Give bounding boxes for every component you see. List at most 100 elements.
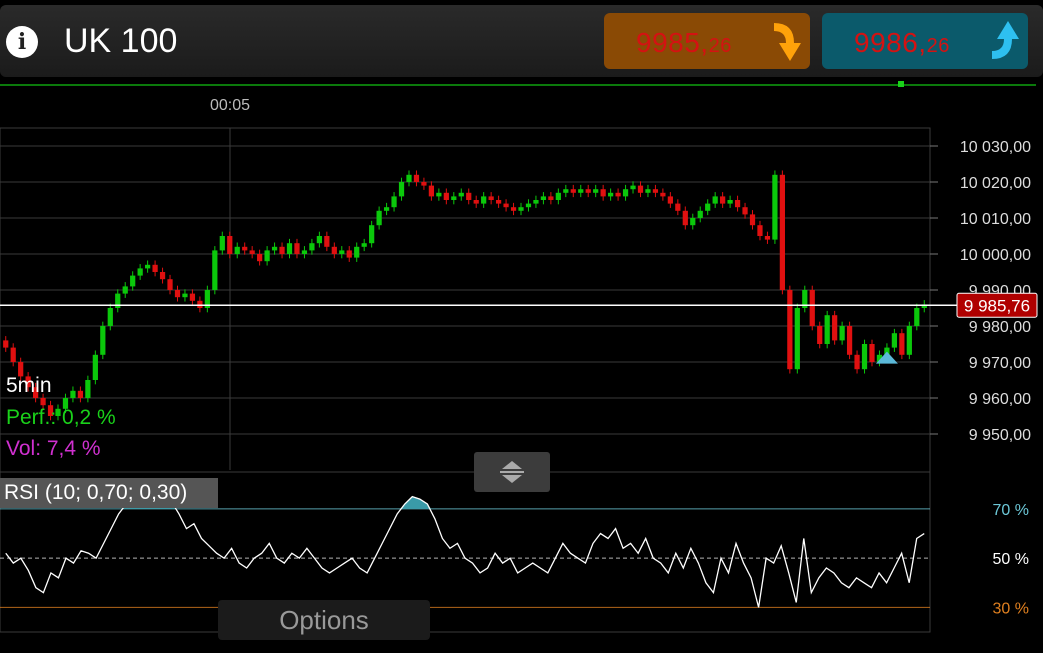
candle-body (525, 203, 532, 208)
candle-body (645, 189, 651, 193)
candle-body (413, 174, 420, 182)
price-tick-label: 10 010,00 (960, 211, 1031, 228)
price-tick-label: 9 970,00 (969, 355, 1031, 372)
rsi-label[interactable]: RSI (10; 0,70; 0,30) (0, 478, 218, 508)
time-label: 00:05 (210, 97, 250, 114)
rsi-level-label: 50 % (993, 551, 1029, 568)
candle-body (608, 192, 614, 197)
candle-body (817, 326, 823, 344)
candle-body (466, 192, 472, 200)
candle-body (145, 264, 151, 269)
price-tick-label: 9 960,00 (969, 391, 1031, 408)
interval-label: 5min (6, 374, 52, 397)
candle-body (354, 246, 360, 258)
candle-body (585, 189, 591, 193)
candle-body (727, 200, 733, 204)
candle-body (757, 225, 763, 236)
candle-body (839, 326, 845, 341)
candle-body (174, 290, 181, 298)
candle-body (406, 174, 412, 182)
candle-body (600, 189, 606, 197)
price-tick-label: 10 020,00 (960, 175, 1031, 192)
candle-body (92, 354, 98, 380)
candle-body (40, 398, 46, 406)
options-button[interactable]: Options (218, 600, 430, 640)
price-tick-label: 10 030,00 (960, 139, 1031, 156)
candle-body (271, 246, 278, 251)
candle-body (152, 264, 158, 272)
candle-body (637, 185, 644, 193)
candle-body (122, 286, 128, 294)
candle-body (159, 272, 166, 280)
candle-body (481, 196, 487, 204)
candle-body (286, 243, 293, 254)
candle-body (772, 174, 778, 240)
rsi-line (5, 493, 925, 608)
candle-body (294, 243, 300, 254)
candle-body (361, 243, 367, 247)
candle-body (10, 347, 16, 362)
candle-body (593, 189, 599, 193)
candle-body (85, 380, 91, 398)
candle-body (899, 333, 905, 355)
candle-body (369, 225, 375, 244)
candle-body (540, 196, 547, 200)
candle-body (861, 344, 868, 370)
candle-body (832, 315, 838, 341)
candle-body (383, 207, 390, 211)
candle-body (428, 185, 435, 197)
candle-body (137, 268, 143, 276)
candle-body (436, 192, 442, 197)
rsi-level-label: 30 % (993, 600, 1029, 617)
candle-body (914, 308, 920, 326)
candle-body (854, 354, 860, 370)
candle-body (563, 189, 569, 193)
candle-body (398, 182, 405, 197)
candle-body (652, 189, 659, 193)
panel-resize-handle[interactable] (474, 452, 550, 492)
candle-body (421, 182, 427, 186)
rsi-level-label: 70 % (993, 502, 1029, 519)
candle-body (167, 279, 173, 290)
candle-body (197, 300, 203, 308)
candle-body (891, 333, 898, 348)
candle-body (391, 196, 397, 208)
candle-body (264, 250, 270, 262)
candle-body (219, 236, 225, 251)
candle-body (809, 290, 815, 326)
candle-body (705, 203, 711, 211)
candle-body (548, 196, 554, 200)
candle-body (742, 207, 748, 215)
candle-body (301, 250, 308, 254)
candle-body (279, 246, 285, 254)
candle-body (630, 185, 636, 190)
candle-body (324, 236, 330, 247)
candle-body (3, 340, 9, 348)
candle-body (794, 308, 800, 370)
candle-body (764, 236, 771, 240)
candle-body (376, 210, 382, 226)
candle-body (712, 196, 718, 204)
candle-body (331, 246, 337, 254)
candle-body (70, 390, 76, 398)
candle-body (578, 189, 584, 193)
perf-label: Perf.: 0,2 % (6, 406, 116, 429)
candle-body (234, 246, 240, 254)
current-price-label: 9 985,76 (964, 296, 1030, 315)
candle-body (182, 293, 188, 298)
candle-body (443, 192, 449, 200)
chart-frame (0, 127, 931, 633)
candle-body (787, 290, 793, 370)
candle-body (555, 192, 561, 200)
candle-body (130, 275, 136, 287)
candle-body (458, 192, 464, 197)
resize-vertical-icon (500, 461, 524, 483)
chart-area[interactable]: 10 030,0010 020,0010 010,0010 000,009 99… (0, 0, 1043, 653)
candle-body (824, 315, 830, 344)
candle-body (510, 207, 517, 211)
price-tick-label: 9 980,00 (969, 319, 1031, 336)
candle-body (77, 390, 84, 398)
candle-body (667, 196, 673, 204)
candle-body (488, 196, 494, 200)
candle-body (734, 200, 741, 208)
